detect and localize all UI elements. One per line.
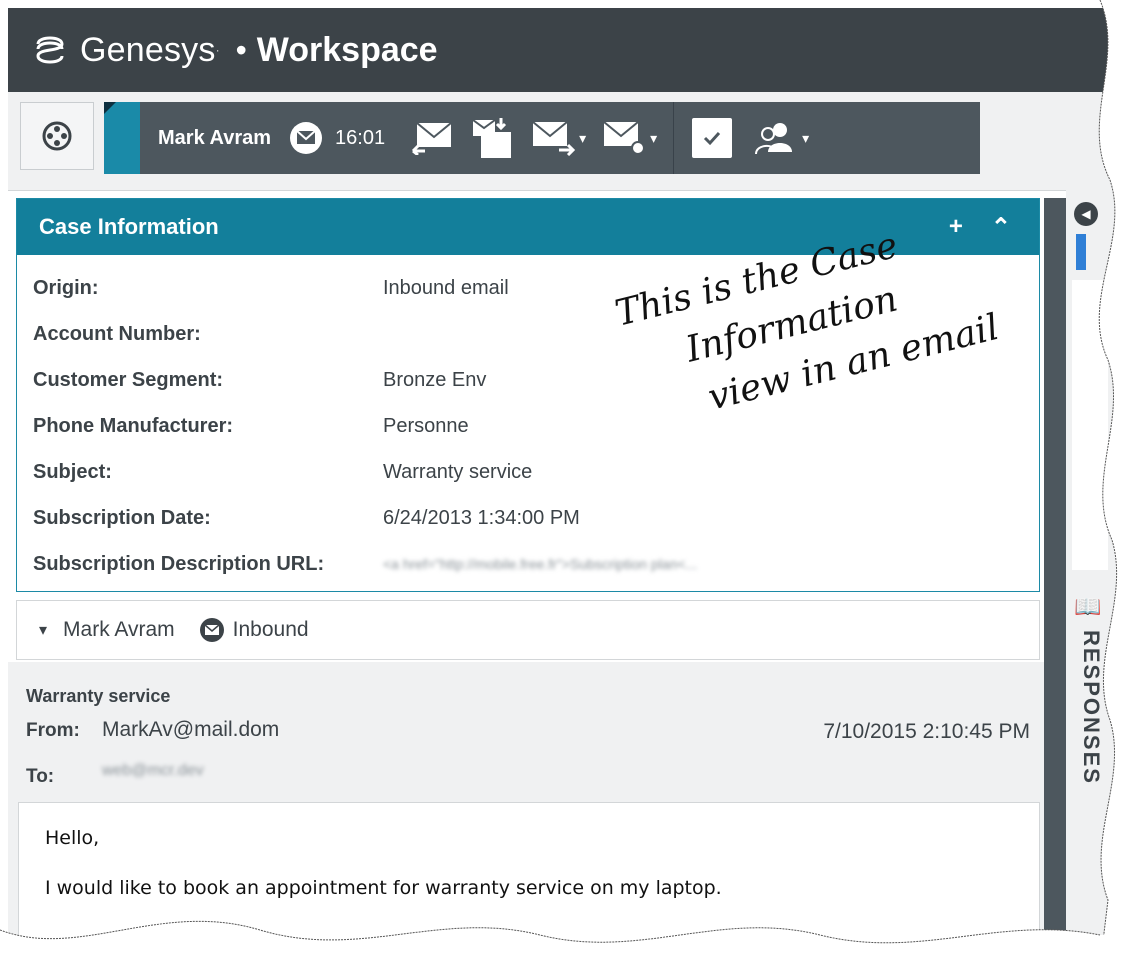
case-label: Phone Manufacturer: — [33, 414, 234, 437]
reply-email-icon — [412, 122, 452, 155]
email-date: 7/10/2015 2:10:45 PM — [823, 720, 1030, 743]
email-view: Warranty service From: MarkAv@mail.dom 7… — [8, 662, 1048, 966]
email-subject: Warranty service — [26, 686, 171, 706]
case-value: 6/24/2013 1:34:00 PM — [383, 506, 580, 529]
forward-email-icon — [532, 121, 576, 156]
side-panel-collapse-icon[interactable]: ◀ — [1074, 202, 1098, 226]
forward-dropdown-caret[interactable]: ▾ — [579, 130, 586, 147]
email-from-label: From: — [26, 720, 80, 741]
interaction-timer: 16:01 — [335, 126, 386, 149]
consult-party-button[interactable]: ▾ — [754, 120, 809, 156]
reply-email-button[interactable] — [411, 121, 455, 155]
forward-email-button[interactable]: ▾ — [531, 120, 586, 156]
case-value: Personne — [383, 414, 469, 437]
case-label: Account Number: — [33, 322, 201, 345]
transfer-button[interactable] — [471, 116, 515, 160]
title-separator: • — [235, 31, 247, 68]
email-from-address[interactable]: MarkAv@mail.dom — [102, 718, 279, 742]
brand-name: Genesys — [80, 30, 216, 69]
mark-done-button[interactable] — [692, 118, 733, 158]
responses-tab[interactable]: RESPONSES — [1078, 630, 1104, 785]
email-body[interactable]: Hello, I would like to book an appointme… — [18, 802, 1040, 966]
case-label: Customer Segment: — [33, 368, 224, 391]
case-label: Subject: — [33, 460, 112, 483]
mark-done-icon — [704, 131, 721, 146]
title-bar: Genesys · • Workspace — [8, 8, 1121, 92]
email-body-line: Hello, — [45, 827, 100, 849]
case-value-url[interactable]: <a href="http://mobile.free.fr">Subscrip… — [383, 556, 697, 572]
product-name: Workspace — [256, 30, 438, 69]
interaction-direction: Inbound — [232, 618, 309, 641]
email-icon — [199, 618, 224, 642]
main-menu-button[interactable] — [20, 102, 94, 170]
interaction-party-name: Mark Avram — [63, 618, 175, 641]
side-panel-content — [1072, 280, 1108, 570]
expand-interaction-caret[interactable]: ▾ — [39, 620, 47, 640]
interaction-bar: Mark Avram 16:01 ▾ ▾ ▾ — [104, 102, 980, 174]
email-icon — [289, 121, 323, 155]
case-row-subject: Subject: Warranty service — [17, 449, 1039, 495]
side-panel-marker — [1076, 234, 1086, 270]
case-label: Origin: — [33, 276, 99, 299]
responses-book-icon[interactable]: 📖 — [1074, 594, 1101, 620]
case-row-subscription-url: Subscription Description URL: <a href="h… — [17, 541, 1039, 587]
genesys-logo-icon — [36, 36, 64, 64]
party-name[interactable]: Mark Avram — [158, 127, 271, 150]
case-row-subscription-date: Subscription Date: 6/24/2013 1:34:00 PM — [17, 495, 1039, 541]
email-options-caret[interactable]: ▾ — [650, 130, 657, 147]
interaction-header: ▾ Mark Avram Inbound — [16, 600, 1040, 660]
consult-party-icon — [755, 123, 793, 155]
case-information-title: Case Information — [39, 214, 219, 239]
email-body-line: I would like to book an appointment for … — [45, 877, 722, 899]
email-options-icon — [603, 121, 646, 155]
toolbar-area: Mark Avram 16:01 ▾ ▾ ▾ — [8, 92, 1121, 191]
email-to-label: To: — [26, 766, 55, 787]
case-label: Subscription Description URL: — [33, 552, 325, 575]
case-row-phone-manufacturer: Phone Manufacturer: Personne — [17, 403, 1039, 449]
brand-trademark: · — [215, 43, 220, 57]
consult-dropdown-caret[interactable]: ▾ — [802, 130, 809, 147]
toolbar-divider — [673, 102, 675, 174]
case-value: Inbound email — [383, 276, 509, 299]
case-label: Subscription Date: — [33, 506, 211, 529]
interaction-accent — [104, 102, 140, 174]
side-scroll-strip[interactable] — [1044, 198, 1066, 966]
email-to-address[interactable]: web@mcr.dev — [102, 762, 204, 780]
email-options-button[interactable]: ▾ — [602, 120, 657, 156]
case-value: Warranty service — [383, 460, 533, 483]
transfer-icon — [472, 118, 512, 158]
workspace-menu-icon — [42, 121, 72, 151]
case-value: Bronze Env — [383, 368, 487, 391]
